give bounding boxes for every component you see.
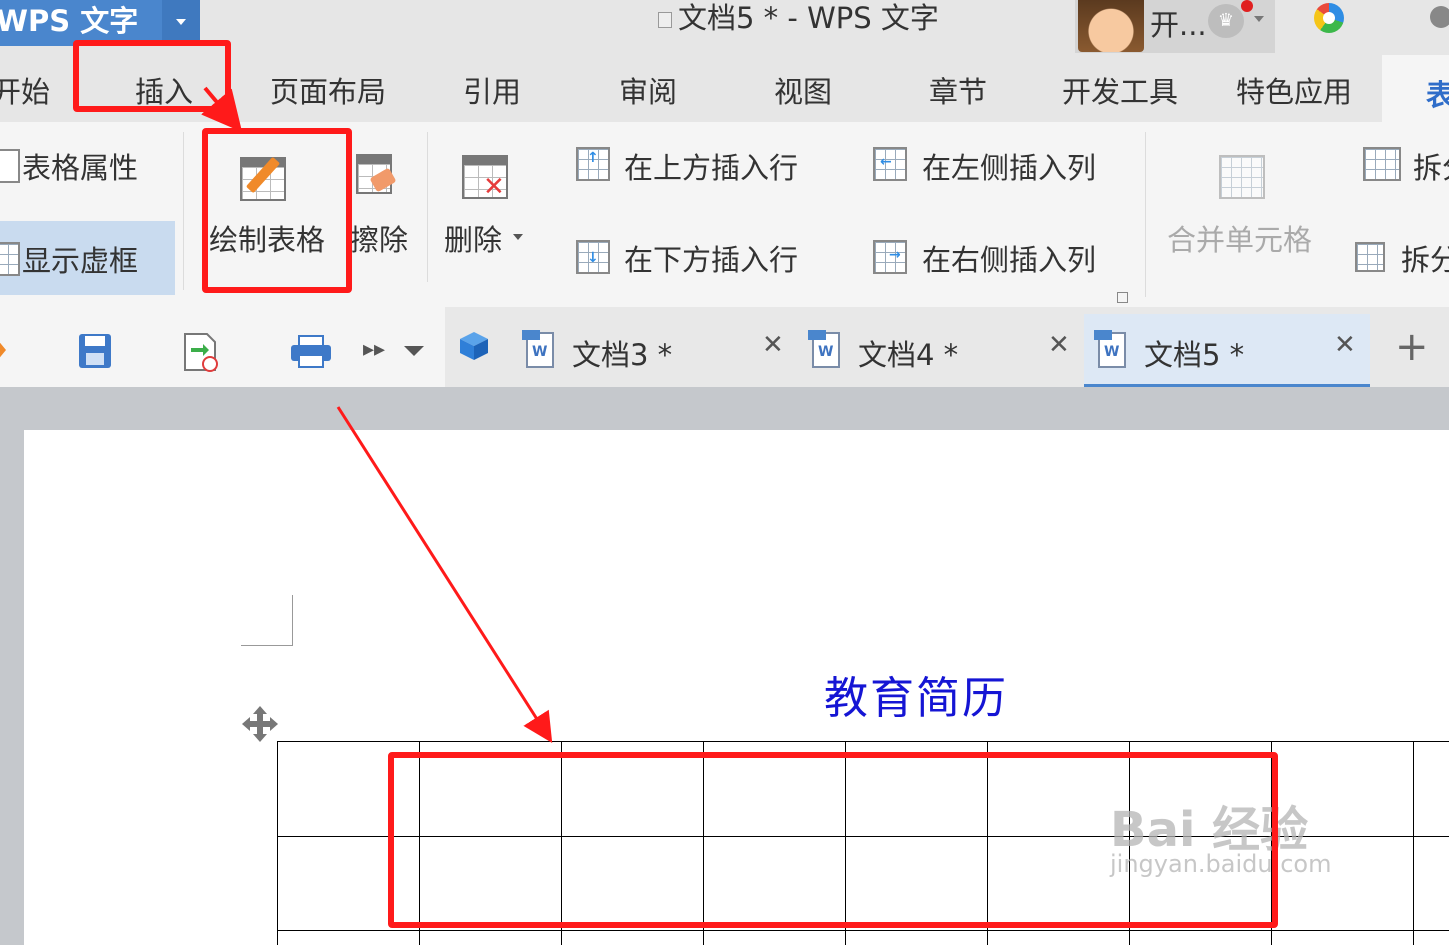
close-icon[interactable]: ✕ <box>1334 330 1356 360</box>
app-name: WPS 文字 <box>0 4 139 38</box>
export-pdf-icon[interactable] <box>183 332 221 372</box>
merge-cells-icon <box>1219 155 1265 199</box>
split-table-button[interactable]: 拆分 <box>1401 242 1449 278</box>
doc-tab-label: 文档4 * <box>858 338 959 372</box>
ribbon-separator <box>427 132 428 282</box>
avatar[interactable] <box>1078 0 1144 52</box>
doc-tab-3[interactable]: 文档3 * ✕ <box>512 314 798 387</box>
close-icon[interactable]: ✕ <box>762 330 784 360</box>
chevron-down-icon[interactable] <box>1254 16 1264 22</box>
delete-dropdown-icon[interactable] <box>513 234 523 240</box>
undo-partial-icon[interactable] <box>0 338 10 362</box>
tab-view[interactable]: 视图 <box>774 72 832 112</box>
insert-row-below-button[interactable]: 在下方插入行 <box>624 242 798 278</box>
doc-tab-4[interactable]: 文档4 * ✕ <box>798 314 1084 387</box>
crown-icon[interactable]: ♛ <box>1208 4 1244 38</box>
arrow-left-icon: ← <box>880 154 892 170</box>
split-cells-button[interactable]: 拆分 <box>1413 150 1449 186</box>
arrow-down-icon: ↓ <box>587 250 599 266</box>
erase-button[interactable]: 擦除 <box>350 222 408 258</box>
split-table-icon <box>1355 242 1385 272</box>
arrow-up-icon: ↑ <box>587 150 599 166</box>
wps-doc-icon <box>808 330 840 368</box>
ribbon-separator <box>1145 132 1146 297</box>
insert-col-left-button[interactable]: 在左侧插入列 <box>922 150 1096 186</box>
print-icon[interactable] <box>290 335 332 369</box>
dropdown-icon[interactable] <box>404 346 424 356</box>
wps-doc-icon <box>522 330 554 368</box>
save-icon[interactable] <box>78 333 112 369</box>
tab-review[interactable]: 审阅 <box>619 72 677 112</box>
user-name[interactable]: 开... <box>1150 2 1207 44</box>
cube-icon[interactable] <box>458 330 490 362</box>
tab-page-layout[interactable]: 页面布局 <box>270 72 386 112</box>
window-title: 文档5 * - WPS 文字 <box>658 0 939 36</box>
close-icon[interactable]: ✕ <box>1048 330 1070 360</box>
wps-doc-icon <box>1094 330 1126 368</box>
doc-small-icon <box>658 12 672 28</box>
merge-cells-button[interactable]: 合并单元格 <box>1167 222 1312 258</box>
split-cells-icon <box>1363 147 1401 181</box>
table-properties-button[interactable]: 表格属性 <box>22 150 138 186</box>
skin-icon[interactable] <box>1430 6 1449 28</box>
show-gridlines-label: 显示虚框 <box>22 244 139 278</box>
doc-tab-5[interactable]: 文档5 * ✕ <box>1084 314 1370 387</box>
insert-row-above-button[interactable]: 在上方插入行 <box>624 150 798 186</box>
doc-tab-label: 文档3 * <box>572 338 673 372</box>
tab-start[interactable]: 开始 <box>0 72 50 112</box>
tab-references[interactable]: 引用 <box>463 72 521 112</box>
browser-icon[interactable] <box>1314 3 1344 33</box>
tab-developer[interactable]: 开发工具 <box>1062 72 1178 112</box>
gridlines-icon <box>0 242 20 276</box>
new-tab-icon[interactable]: + <box>1395 324 1429 370</box>
more-icon[interactable]: ▸▸ <box>363 337 385 362</box>
ribbon-separator <box>183 132 184 290</box>
annotation-box-insert <box>73 40 231 112</box>
dialog-launcher-icon[interactable] <box>1117 292 1128 303</box>
margin-marker <box>241 595 293 646</box>
tab-table-tools[interactable]: 表 <box>1382 55 1449 122</box>
tab-special[interactable]: 特色应用 <box>1236 72 1352 112</box>
notification-dot <box>1241 0 1253 12</box>
insert-col-right-button[interactable]: 在右侧插入列 <box>922 242 1096 278</box>
annotation-box-draw-table <box>202 128 352 293</box>
table-properties-icon <box>0 149 20 183</box>
tab-section[interactable]: 章节 <box>929 72 987 112</box>
table-move-icon[interactable] <box>240 704 280 744</box>
delete-button[interactable]: 删除 <box>444 222 502 258</box>
annotation-box-table <box>388 752 1278 928</box>
document-heading[interactable]: 教育简历 <box>824 662 1008 726</box>
arrow-right-icon: → <box>889 247 901 263</box>
doc-tab-label: 文档5 * <box>1144 338 1245 372</box>
delete-x-icon: ✕ <box>483 172 505 202</box>
